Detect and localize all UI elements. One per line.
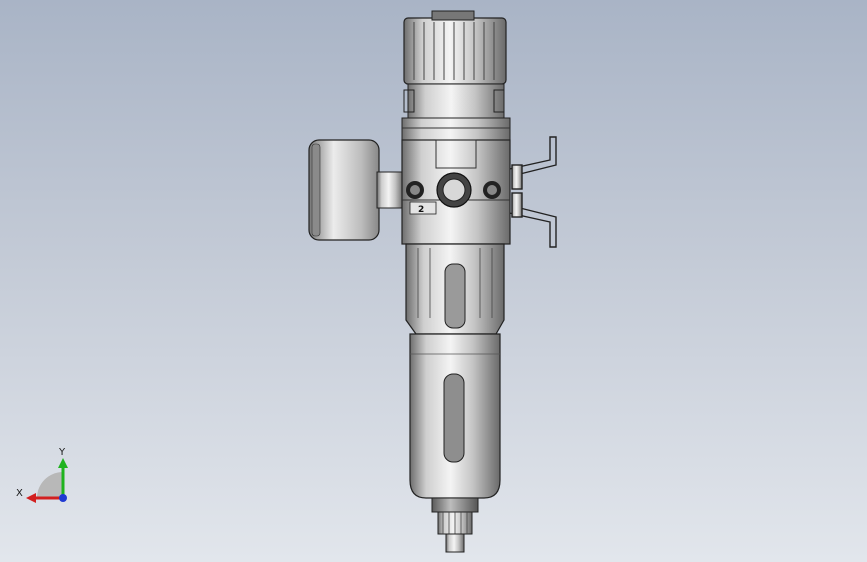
y-axis-arrowhead [58,458,68,468]
triad-plane-icon [37,472,63,498]
x-axis-arrowhead [26,493,36,503]
y-axis-label: Y [58,447,66,458]
x-axis-label: X [16,488,23,499]
axis-triad: Y X [16,447,68,503]
cad-viewport[interactable]: 2 Y X [0,0,867,562]
z-axis-dot [59,494,67,502]
